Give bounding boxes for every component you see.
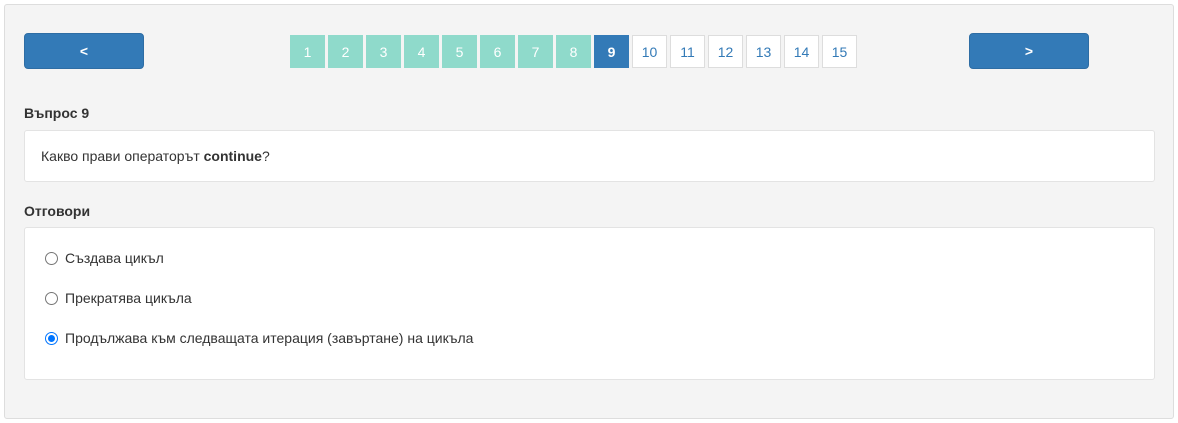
page-13-button[interactable]: 13 (746, 35, 781, 68)
page-10-button[interactable]: 10 (632, 35, 667, 68)
previous-question-button[interactable]: < (24, 33, 144, 69)
page-9-button[interactable]: 9 (594, 35, 629, 68)
page-11-button[interactable]: 11 (670, 35, 705, 68)
question-text-after: ? (261, 148, 270, 164)
page-15-button[interactable]: 15 (822, 35, 857, 68)
question-text: Какво прави операторът continue? (24, 130, 1155, 182)
page-5-button[interactable]: 5 (442, 35, 477, 68)
radio-button-selected[interactable] (45, 331, 58, 345)
answer-label: Продължава към следващата итерация (завъ… (65, 330, 474, 346)
page-6-button[interactable]: 6 (480, 35, 515, 68)
radio-button[interactable] (45, 251, 58, 265)
radio-button[interactable] (45, 291, 58, 305)
answer-option[interactable]: Продължава към следващата итерация (завъ… (45, 330, 473, 346)
answer-label: Прекратява цикъла (65, 290, 192, 306)
page-7-button[interactable]: 7 (518, 35, 553, 68)
question-pager: 1 2 3 4 5 6 7 8 9 10 11 12 13 14 15 (290, 35, 860, 68)
answer-option[interactable]: Създава цикъл (45, 250, 164, 266)
page-12-button[interactable]: 12 (708, 35, 743, 68)
question-heading: Въпрос 9 (24, 105, 90, 121)
quiz-panel: < 1 2 3 4 5 6 7 8 9 10 11 12 13 14 15 > … (4, 4, 1174, 419)
page-1-button[interactable]: 1 (290, 35, 325, 68)
page-3-button[interactable]: 3 (366, 35, 401, 68)
page-14-button[interactable]: 14 (784, 35, 819, 68)
answer-option[interactable]: Прекратява цикъла (45, 290, 192, 306)
answers-heading: Отговори (24, 203, 91, 219)
question-keyword: continue (203, 148, 262, 164)
page-8-button[interactable]: 8 (556, 35, 591, 68)
question-text-before: Какво прави операторът (41, 148, 204, 164)
page-2-button[interactable]: 2 (328, 35, 363, 68)
page-4-button[interactable]: 4 (404, 35, 439, 68)
answers-list: Създава цикъл Прекратява цикъла Продължа… (24, 227, 1155, 380)
next-question-button[interactable]: > (969, 33, 1089, 69)
answer-label: Създава цикъл (65, 250, 164, 266)
